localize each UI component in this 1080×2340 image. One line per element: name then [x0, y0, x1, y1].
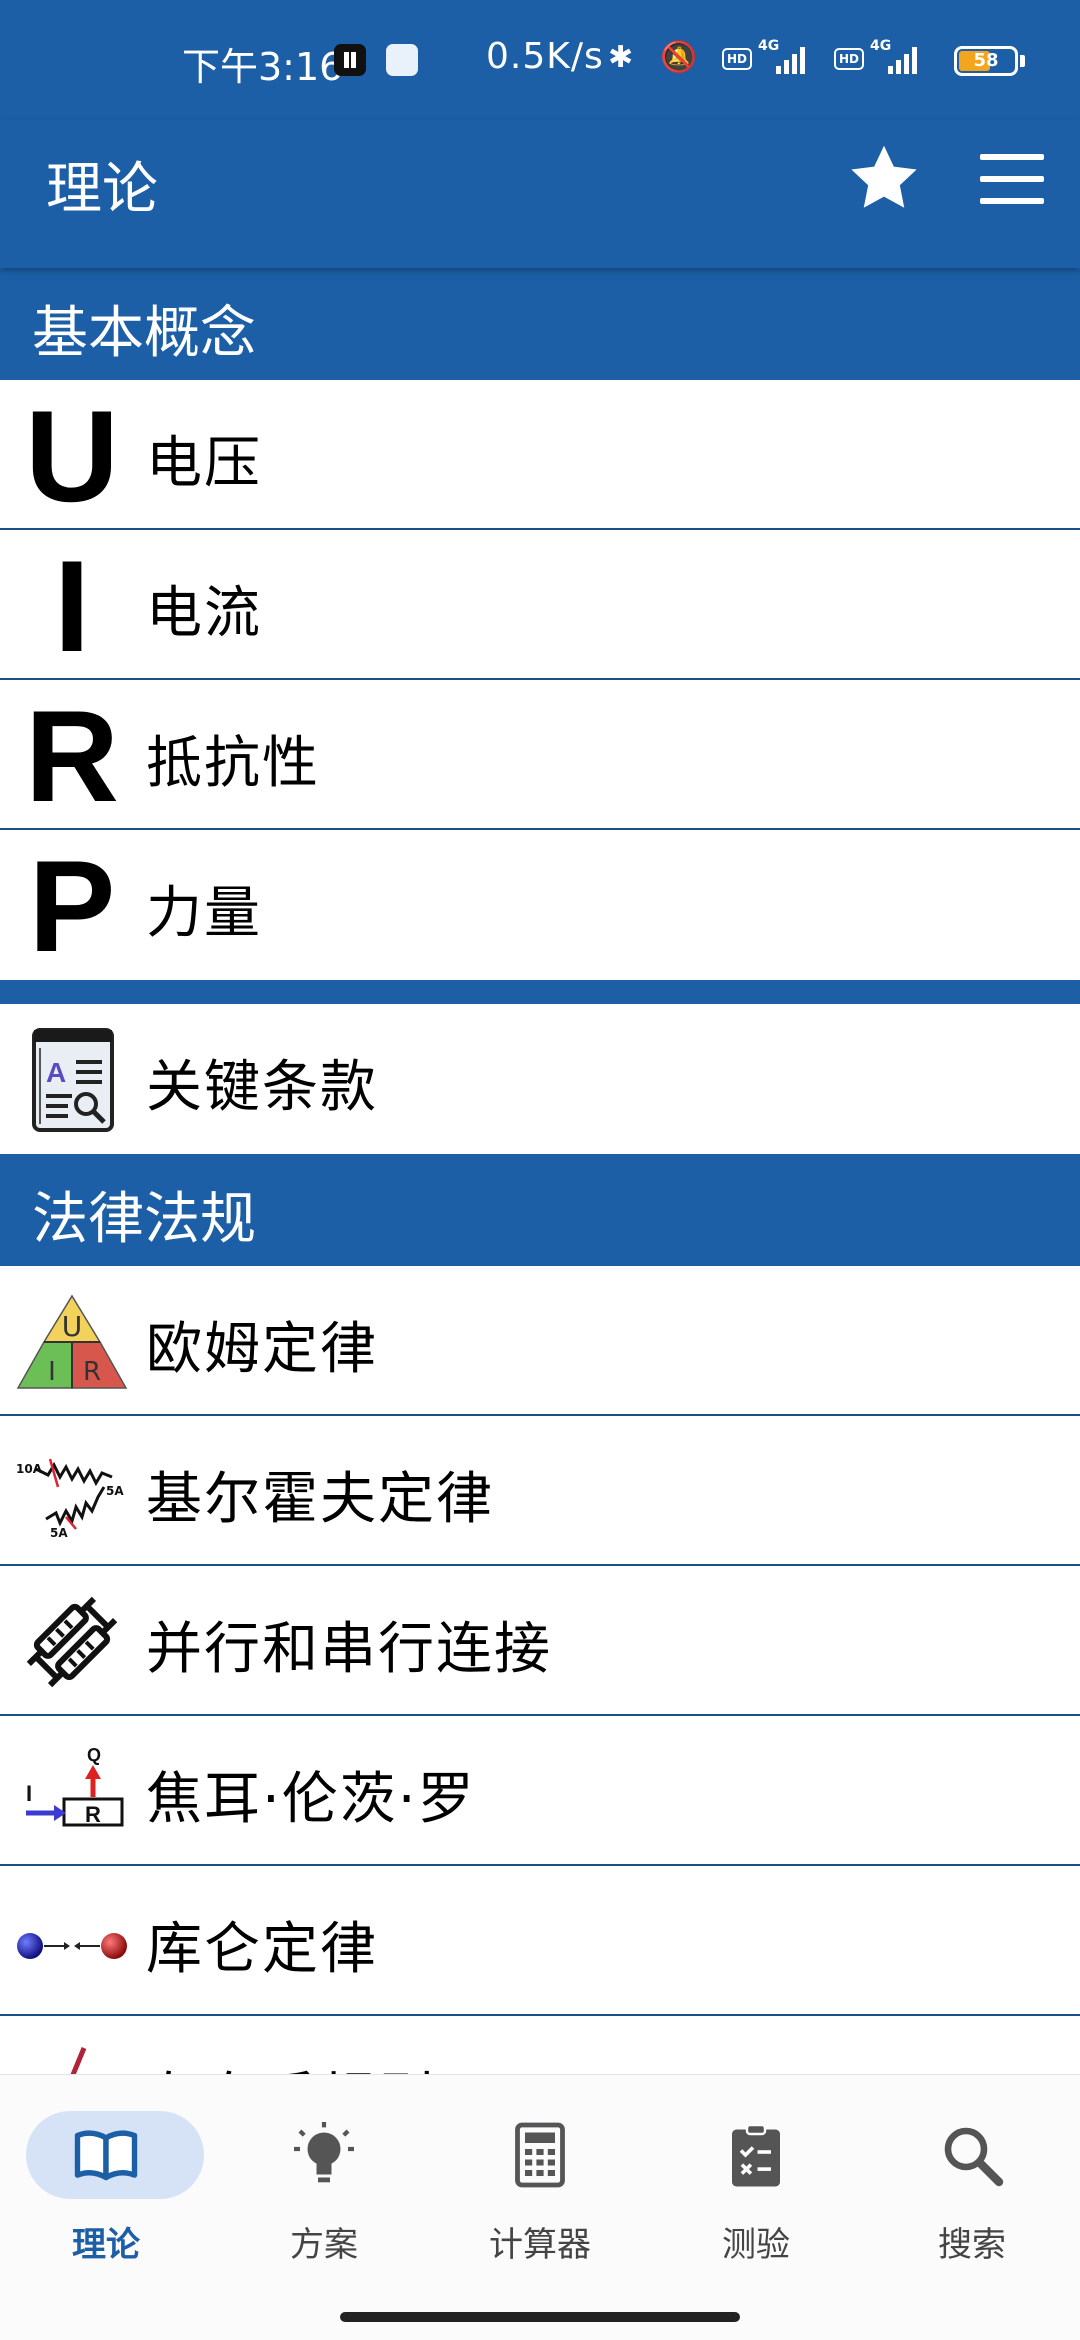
list-item-key-terms[interactable]: A 关键条款	[0, 1004, 1080, 1154]
theory-list: 基本概念 U 电压 I 电流 R 抵抗性 P 力量 A 关键条款 法律法规 U …	[0, 268, 1080, 2074]
svg-text:Q: Q	[87, 1747, 101, 1765]
nav-tab-search[interactable]: 搜索	[872, 2111, 1072, 2265]
list-item-label: 电流	[146, 581, 262, 646]
book-icon	[74, 2130, 138, 2181]
list-item-label: 库仑定律	[146, 1917, 378, 1982]
nav-label: 方案	[290, 2225, 358, 2265]
app-bar: 理论	[0, 120, 1080, 268]
list-item-label: 力量	[146, 881, 262, 946]
network-speed: 0.5K/s	[486, 36, 604, 77]
home-indicator[interactable]	[340, 2312, 740, 2322]
svg-text:I: I	[26, 1781, 32, 1806]
section-title: 基本概念	[32, 301, 256, 366]
hd-icon: HD	[834, 48, 864, 70]
list-item-power[interactable]: P 力量	[0, 830, 1080, 980]
coulomb-charges-icon	[16, 1886, 128, 1998]
list-item-label: 抵抗性	[146, 731, 320, 796]
bluetooth-icon: ✱	[608, 40, 634, 75]
kirchhoff-circuit-icon: 10A 5A 5A	[16, 1436, 128, 1548]
joule-heating-icon: R I Q	[16, 1736, 128, 1848]
clipboard-icon	[732, 2123, 780, 2187]
list-item-coulomb-law[interactable]: 库仑定律	[0, 1866, 1080, 2016]
section-header-basic-concepts: 基本概念	[0, 268, 1080, 380]
list-item-current[interactable]: I 电流	[0, 530, 1080, 680]
list-item-label: 并行和串行连接	[146, 1617, 552, 1682]
lightbulb-icon	[294, 2122, 354, 2183]
list-item-joule-lenz[interactable]: R I Q 焦耳·伦茨·罗	[0, 1716, 1080, 1866]
nav-label: 搜索	[938, 2225, 1006, 2265]
nav-tab-quiz[interactable]: 测验	[656, 2111, 856, 2265]
svg-text:A: A	[46, 1057, 66, 1088]
nav-label: 计算器	[489, 2225, 591, 2265]
search-icon	[944, 2127, 1004, 2187]
nav-label: 测验	[722, 2225, 790, 2265]
nav-tab-calculator[interactable]: 计算器	[440, 2111, 640, 2265]
section-header-laws: 法律法规	[0, 1154, 1080, 1266]
resistance-letter-icon: R	[25, 683, 119, 829]
list-item-label: 焦耳·伦茨·罗	[146, 1767, 476, 1832]
list-item-label: 关键条款	[146, 1055, 378, 1120]
nav-label: 理论	[72, 2225, 140, 2265]
current-letter-icon: I	[53, 533, 91, 679]
battery-percent: 58	[973, 50, 999, 71]
svg-text:R: R	[85, 1802, 101, 1827]
status-bar: 下午3:16 0.5K/s ✱ 🔕 HD 4G HD 4G 58	[0, 0, 1080, 120]
list-item-parallel-series[interactable]: 并行和串行连接	[0, 1566, 1080, 1716]
signal-icon	[776, 46, 805, 74]
battery-tip	[1020, 55, 1025, 67]
media-pause-icon	[334, 44, 366, 76]
key-terms-book-icon: A	[16, 1024, 128, 1136]
status-time: 下午3:16	[182, 45, 344, 89]
list-item-label: 左右手规则	[146, 2054, 436, 2074]
list-item-kirchhoff-law[interactable]: 10A 5A 5A 基尔霍夫定律	[0, 1416, 1080, 1566]
list-item-label: 电压	[146, 431, 262, 496]
section-title: 法律法规	[32, 1187, 256, 1252]
svg-text:U: U	[62, 1310, 83, 1343]
calculator-icon	[515, 2122, 565, 2188]
list-item-label: 欧姆定律	[146, 1317, 378, 1382]
nav-tab-schemes[interactable]: 方案	[224, 2111, 424, 2265]
hd-icon: HD	[722, 48, 752, 70]
list-item-hand-rule[interactable]: 左右手规则	[0, 2016, 1080, 2074]
bottom-navigation: 理论 方案 计算器 测验 搜索	[0, 2074, 1080, 2340]
page-title: 理论	[46, 157, 158, 222]
left-hand-rule-icon	[16, 2036, 128, 2074]
notification-app-icon	[386, 44, 418, 76]
list-item-voltage[interactable]: U 电压	[0, 380, 1080, 530]
nav-tab-theory[interactable]: 理论	[6, 2111, 206, 2265]
power-letter-icon: P	[28, 833, 116, 979]
section-divider	[0, 980, 1080, 1004]
list-item-resistance[interactable]: R 抵抗性	[0, 680, 1080, 830]
list-item-ohms-law[interactable]: U I R 欧姆定律	[0, 1266, 1080, 1416]
svg-text:I: I	[48, 1357, 56, 1387]
list-item-label: 基尔霍夫定律	[146, 1467, 494, 1532]
voltage-letter-icon: U	[25, 383, 119, 529]
svg-text:5A: 5A	[50, 1526, 68, 1537]
svg-text:10A: 10A	[16, 1462, 43, 1476]
ohms-law-triangle-icon: U I R	[16, 1286, 128, 1398]
favorite-star-icon[interactable]	[846, 140, 922, 216]
mute-bell-icon: 🔕	[660, 40, 698, 75]
svg-text:5A: 5A	[106, 1484, 124, 1498]
menu-icon[interactable]	[980, 154, 1046, 204]
resistors-connection-icon	[16, 1586, 128, 1698]
battery-icon: 58	[954, 46, 1018, 76]
signal-icon	[888, 46, 917, 74]
svg-text:R: R	[83, 1357, 101, 1387]
